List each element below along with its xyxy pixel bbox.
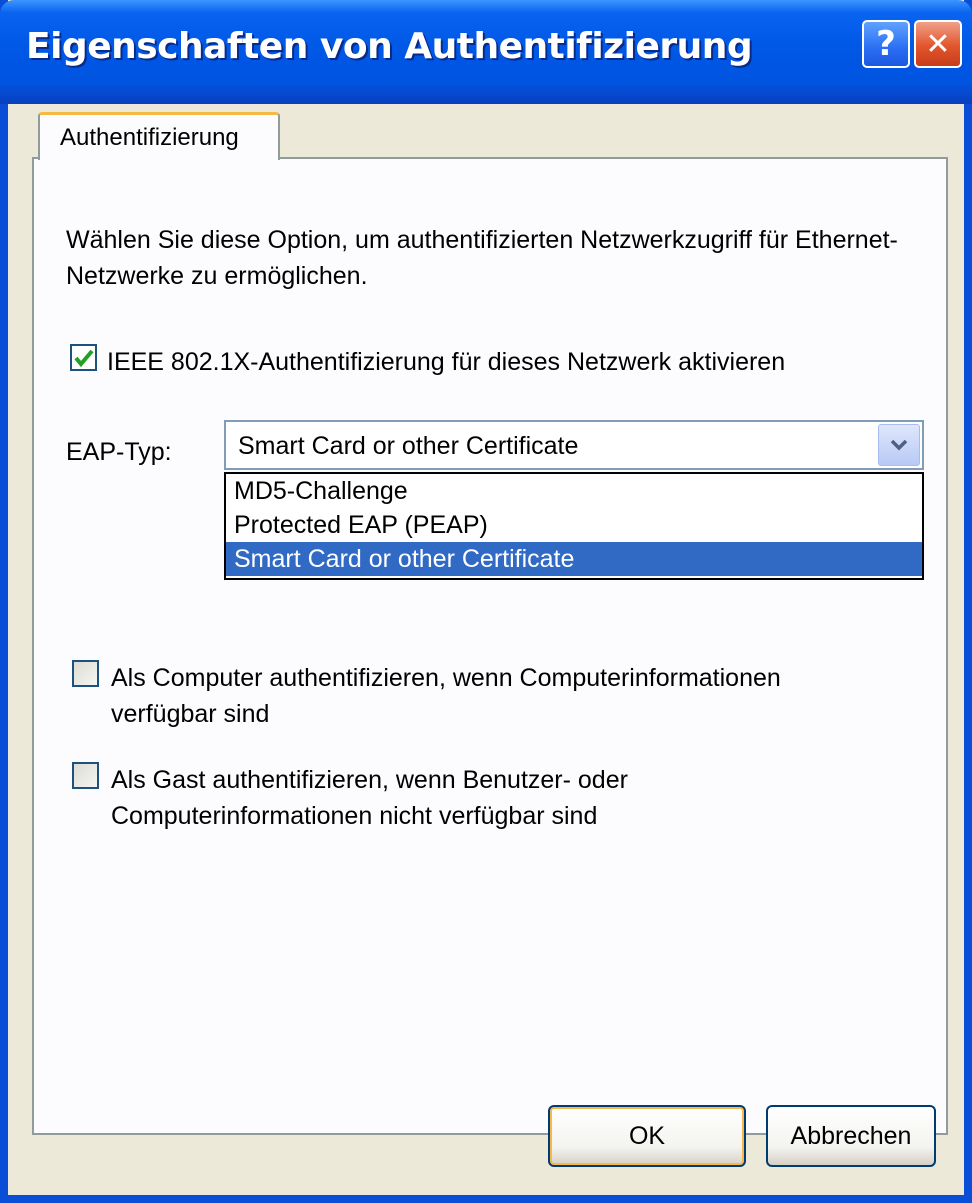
computer-checkbox-row[interactable]: Als Computer authentifizieren, wenn Comp… (72, 660, 781, 732)
checkmark-icon (73, 349, 94, 367)
chevron-down-icon[interactable] (878, 424, 920, 466)
eap-option-md5[interactable]: MD5-Challenge (226, 474, 922, 508)
computer-checkbox-label-line1: Als Computer authentifizieren, wenn Comp… (111, 664, 781, 692)
tab-authentifizierung[interactable]: Authentifizierung (38, 112, 280, 160)
guest-checkbox-label: Als Gast authentifizieren, wenn Benutzer… (111, 762, 628, 834)
ok-button[interactable]: OK (548, 1105, 746, 1167)
ieee-checkbox[interactable] (70, 344, 97, 371)
eap-type-value: Smart Card or other Certificate (238, 432, 579, 460)
eap-option-peap[interactable]: Protected EAP (PEAP) (226, 508, 922, 542)
ieee-checkbox-row[interactable]: IEEE 802.1X-Authentifizierung für dieses… (70, 344, 785, 380)
eap-option-smart-card[interactable]: Smart Card or other Certificate (226, 542, 922, 576)
computer-checkbox-label: Als Computer authentifizieren, wenn Comp… (111, 660, 781, 732)
ieee-checkbox-label: IEEE 802.1X-Authentifizierung für dieses… (107, 348, 786, 376)
title-bar[interactable]: Eigenschaften von Authentifizierung ? ✕ (0, 0, 972, 104)
guest-checkbox-label-line2: Computerinformationen nicht verfügbar si… (111, 802, 598, 830)
computer-checkbox[interactable] (72, 660, 99, 687)
guest-checkbox-label-line1: Als Gast authentifizieren, wenn Benutzer… (111, 766, 628, 794)
computer-checkbox-label-line2: verfügbar sind (111, 700, 270, 728)
close-icon: ✕ (925, 26, 951, 62)
eap-type-select[interactable]: Smart Card or other Certificate (224, 420, 924, 470)
eap-type-dropdown-list: MD5-Challenge Protected EAP (PEAP) Smart… (224, 472, 924, 580)
eap-type-label: EAP-Typ: (66, 438, 172, 466)
window-title: Eigenschaften von Authentifizierung (26, 26, 753, 67)
description-text: Wählen Sie diese Option, um authentifizi… (66, 226, 898, 290)
guest-checkbox[interactable] (72, 762, 99, 789)
close-button[interactable]: ✕ (914, 20, 962, 68)
cancel-button[interactable]: Abbrechen (766, 1105, 936, 1167)
guest-checkbox-row[interactable]: Als Gast authentifizieren, wenn Benutzer… (72, 762, 628, 834)
help-icon: ? (876, 24, 896, 64)
tab-panel (32, 157, 948, 1135)
help-button[interactable]: ? (862, 20, 910, 68)
